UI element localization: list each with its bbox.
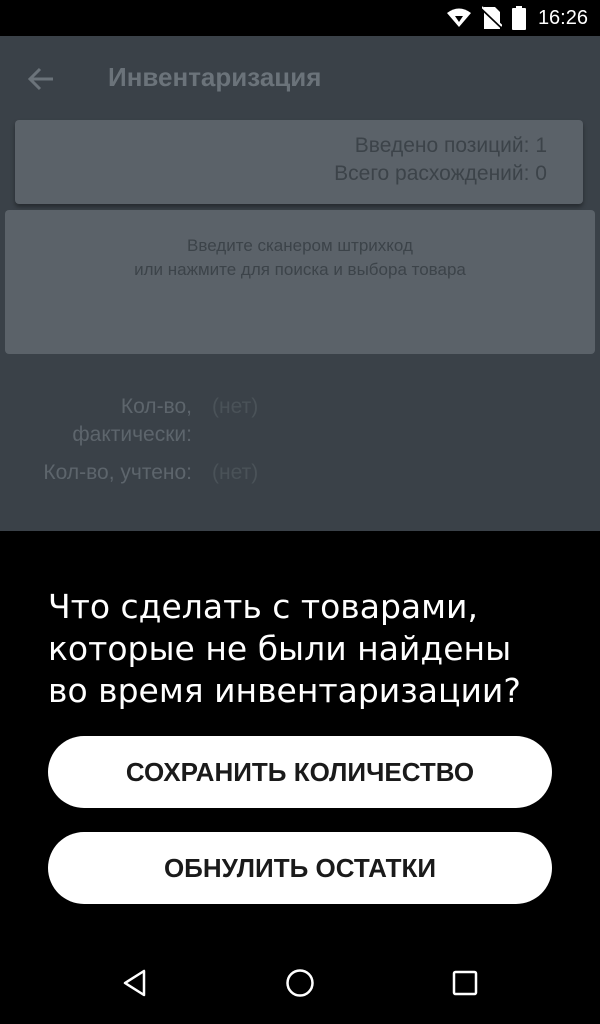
- recorded-qty-label: Кол-во, учтено:: [43, 461, 192, 484]
- scan-hint-line2: или нажмите для поиска и выбора товара: [134, 260, 466, 279]
- barcode-scan-box[interactable]: Введите сканером штрихкод или нажмите дл…: [5, 210, 595, 354]
- wifi-icon: [446, 7, 472, 29]
- toolbar: Инвентаризация: [0, 36, 600, 120]
- arrow-left-icon[interactable]: [26, 64, 56, 94]
- actual-qty-value: (нет): [212, 395, 259, 418]
- scan-hint-line1: Введите сканером штрихкод: [187, 236, 413, 255]
- status-bar: 16:26: [0, 0, 600, 36]
- unfound-items-dialog: Что сделать с товарами, которые не были …: [0, 531, 600, 943]
- back-triangle-icon[interactable]: [115, 963, 155, 1003]
- recents-square-icon[interactable]: [445, 963, 485, 1003]
- actual-qty-label: Кол-во, фактически:: [72, 395, 192, 446]
- no-sim-icon: [481, 6, 502, 30]
- page-title: Инвентаризация: [108, 62, 322, 92]
- dialog-title: Что сделать с товарами, которые не были …: [48, 587, 521, 710]
- summary-card: Введено позиций: 1 Всего расхождений: 0: [15, 120, 583, 204]
- status-icons: 16:26: [446, 0, 588, 36]
- save-quantity-button[interactable]: СОХРАНИТЬ КОЛИЧЕСТВО: [48, 736, 552, 808]
- battery-icon: [511, 6, 526, 30]
- inventory-screen: Инвентаризация Введено позиций: 1 Всего …: [0, 36, 600, 531]
- status-time: 16:26: [537, 6, 588, 29]
- reset-stock-button[interactable]: ОБНУЛИТЬ ОСТАТКИ: [48, 832, 552, 904]
- recorded-qty-value: (нет): [212, 461, 259, 484]
- total-discrepancies-text: Всего расхождений: 0: [334, 162, 547, 185]
- navigation-bar: [0, 943, 600, 1024]
- entered-positions-text: Введено позиций: 1: [354, 134, 547, 157]
- home-circle-icon[interactable]: [280, 963, 320, 1003]
